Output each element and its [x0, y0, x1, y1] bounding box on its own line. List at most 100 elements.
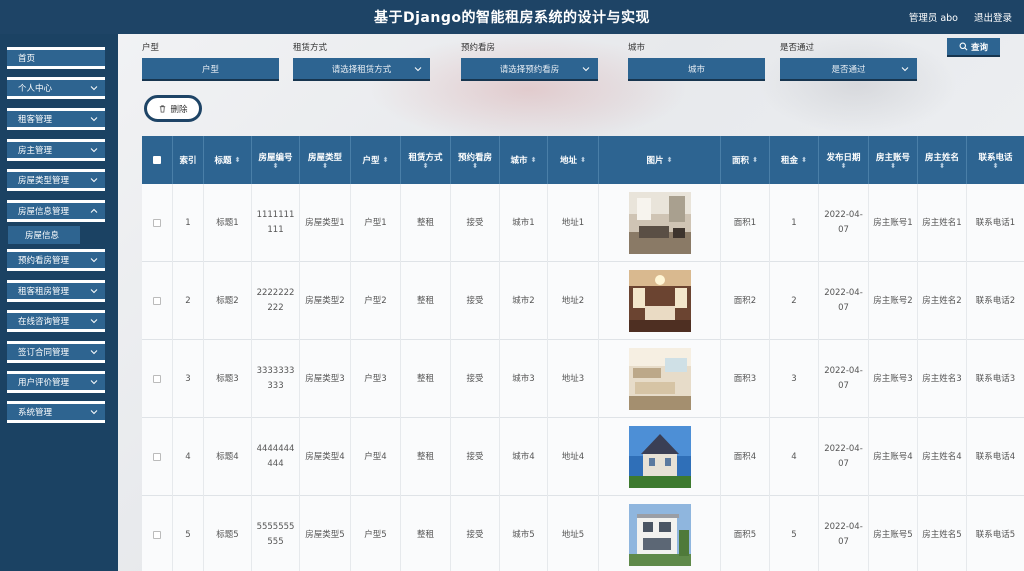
column-header[interactable]: 预约看房 ⬍: [451, 136, 500, 184]
sidebar-item-rentals[interactable]: 租客租房管理: [7, 280, 105, 302]
row-select-cell[interactable]: [142, 418, 173, 496]
sort-icon[interactable]: ⬍: [841, 162, 847, 170]
owner-name-cell: 房主姓名2: [918, 262, 967, 340]
sidebar-item-reviews[interactable]: 用户评价管理: [7, 371, 105, 393]
row-select-cell[interactable]: [142, 184, 173, 262]
chevron-up-icon: [90, 208, 98, 213]
column-header[interactable]: 城市 ⬍: [500, 136, 548, 184]
sidebar-item-label: 在线咨询管理: [18, 317, 70, 327]
phone-cell: 联系电话3: [975, 373, 1016, 384]
sort-icon[interactable]: ⬍: [890, 162, 896, 170]
logout-link[interactable]: 退出登录: [974, 10, 1012, 24]
column-header[interactable]: 户型 ⬍: [351, 136, 401, 184]
delete-button[interactable]: 删除: [144, 95, 202, 122]
sidebar-item-consultations[interactable]: 在线咨询管理: [7, 310, 105, 332]
sort-icon[interactable]: ⬍: [472, 162, 478, 170]
table-row[interactable]: 4 标题4 4444444444 房屋类型4 户型4 整租 接受 城市4 地址4…: [142, 418, 1024, 496]
layout-cell: 户型3: [351, 340, 401, 418]
date-cell: 2022-04-07: [819, 262, 869, 340]
row-checkbox[interactable]: [153, 453, 161, 461]
top-header: 基于Django的智能租房系统的设计与实现 管理员 abo 退出登录: [0, 0, 1024, 34]
sort-icon[interactable]: ⬍: [273, 162, 279, 170]
chevron-down-icon: [90, 289, 98, 294]
sort-icon[interactable]: ⬍: [531, 156, 537, 164]
sort-icon[interactable]: ⬍: [939, 162, 945, 170]
column-header-label: 城市: [510, 156, 528, 166]
table-row[interactable]: 2 标题2 2222222222 房屋类型2 户型2 整租 接受 城市2 地址2…: [142, 262, 1024, 340]
sort-icon[interactable]: ⬍: [801, 156, 807, 164]
number-cell: 3333333333: [252, 340, 300, 418]
owner-name-cell: 房主姓名1: [918, 184, 967, 262]
sidebar-item-home[interactable]: 首页: [7, 47, 105, 69]
city-cell: 城市3: [500, 340, 548, 418]
column-header[interactable]: 图片 ⬍: [599, 136, 721, 184]
house-table: 索引 标题 ⬍ 房屋编号 ⬍ 房屋类型 ⬍ 户型 ⬍ 租赁方式 ⬍ 预约看房 ⬍ 城市 ⬍ 地…: [142, 136, 1024, 571]
select-all-cell[interactable]: [142, 136, 173, 184]
row-checkbox[interactable]: [153, 219, 161, 227]
column-header[interactable]: 租赁方式 ⬍: [401, 136, 451, 184]
column-header[interactable]: 房主姓名 ⬍: [918, 136, 967, 184]
sort-icon[interactable]: ⬍: [580, 156, 586, 164]
column-header[interactable]: 房主账号 ⬍: [869, 136, 918, 184]
column-header-label: 标题: [214, 156, 232, 166]
column-header-label: 户型: [362, 156, 380, 166]
sort-icon[interactable]: ⬍: [752, 156, 758, 164]
rent-method-select[interactable]: 请选择租赁方式: [293, 58, 430, 81]
row-select-cell[interactable]: [142, 496, 173, 571]
column-header[interactable]: 地址 ⬍: [548, 136, 599, 184]
select-all-checkbox[interactable]: [153, 156, 161, 164]
owner-account-cell: 房主账号2: [869, 262, 918, 340]
sidebar-item-house-types[interactable]: 房屋类型管理: [7, 169, 105, 191]
approved-select[interactable]: 是否通过: [780, 58, 917, 81]
sidebar-item-label: 房屋信息管理: [18, 207, 70, 217]
row-checkbox[interactable]: [153, 531, 161, 539]
title-cell: 标题3: [204, 340, 252, 418]
sort-icon[interactable]: ⬍: [322, 162, 328, 170]
sidebar-item-system[interactable]: 系统管理: [7, 401, 105, 423]
table-row[interactable]: 3 标题3 3333333333 房屋类型3 户型3 整租 接受 城市3 地址3…: [142, 340, 1024, 418]
column-header[interactable]: 房屋类型 ⬍: [300, 136, 351, 184]
sidebar-item-label: 用户评价管理: [18, 378, 70, 388]
column-header[interactable]: 面积 ⬍: [721, 136, 770, 184]
sort-icon[interactable]: ⬍: [235, 156, 241, 164]
area-cell: 面积4: [721, 418, 770, 496]
column-header-label: 房主账号: [875, 152, 910, 163]
date-cell: 2022-04-07: [819, 496, 869, 571]
city-input[interactable]: 城市: [628, 58, 765, 81]
house-type-input[interactable]: 户型: [142, 58, 279, 81]
sidebar-item-tenants[interactable]: 租客管理: [7, 108, 105, 130]
sidebar-subitem-house-info[interactable]: 房屋信息: [8, 226, 80, 244]
filter-label-city: 城市: [628, 43, 646, 53]
type-cell: 房屋类型4: [300, 418, 351, 496]
column-header[interactable]: 租金 ⬍: [770, 136, 819, 184]
table-row[interactable]: 5 标题5 5555555555 房屋类型5 户型5 整租 接受 城市5 地址5…: [142, 496, 1024, 571]
sort-icon[interactable]: ⬍: [383, 156, 389, 164]
address-cell: 地址1: [548, 184, 599, 262]
sort-icon[interactable]: ⬍: [993, 162, 999, 170]
row-select-cell[interactable]: [142, 340, 173, 418]
chevron-down-icon: [90, 319, 98, 324]
sidebar-item-landlords[interactable]: 房主管理: [7, 139, 105, 161]
viewing-select[interactable]: 请选择预约看房: [461, 58, 598, 81]
table-row[interactable]: 1 标题1 1111111111 房屋类型1 户型1 整租 接受 城市1 地址1…: [142, 184, 1024, 262]
row-checkbox[interactable]: [153, 375, 161, 383]
sort-icon[interactable]: ⬍: [667, 156, 673, 164]
column-header[interactable]: 联系电话 ⬍: [967, 136, 1024, 184]
column-header-label: 索引: [179, 156, 197, 166]
sidebar-item-house-info[interactable]: 房屋信息管理: [7, 200, 105, 222]
sidebar-item-viewings[interactable]: 预约看房管理: [7, 249, 105, 271]
row-select-cell[interactable]: [142, 262, 173, 340]
sidebar-item-profile[interactable]: 个人中心: [7, 77, 105, 99]
owner-name-cell: 房主姓名3: [918, 340, 967, 418]
row-checkbox[interactable]: [153, 297, 161, 305]
number-cell: 4444444444: [252, 418, 300, 496]
index-cell: 2: [173, 262, 204, 340]
sort-icon[interactable]: ⬍: [423, 162, 429, 170]
sidebar-item-contracts[interactable]: 签订合同管理: [7, 341, 105, 363]
city-cell: 城市4: [500, 418, 548, 496]
column-header[interactable]: 房屋编号 ⬍: [252, 136, 300, 184]
search-button[interactable]: 查询: [947, 38, 1000, 57]
column-header[interactable]: 发布日期 ⬍: [819, 136, 869, 184]
column-header[interactable]: 标题 ⬍: [204, 136, 252, 184]
price-cell: 5: [770, 496, 819, 571]
